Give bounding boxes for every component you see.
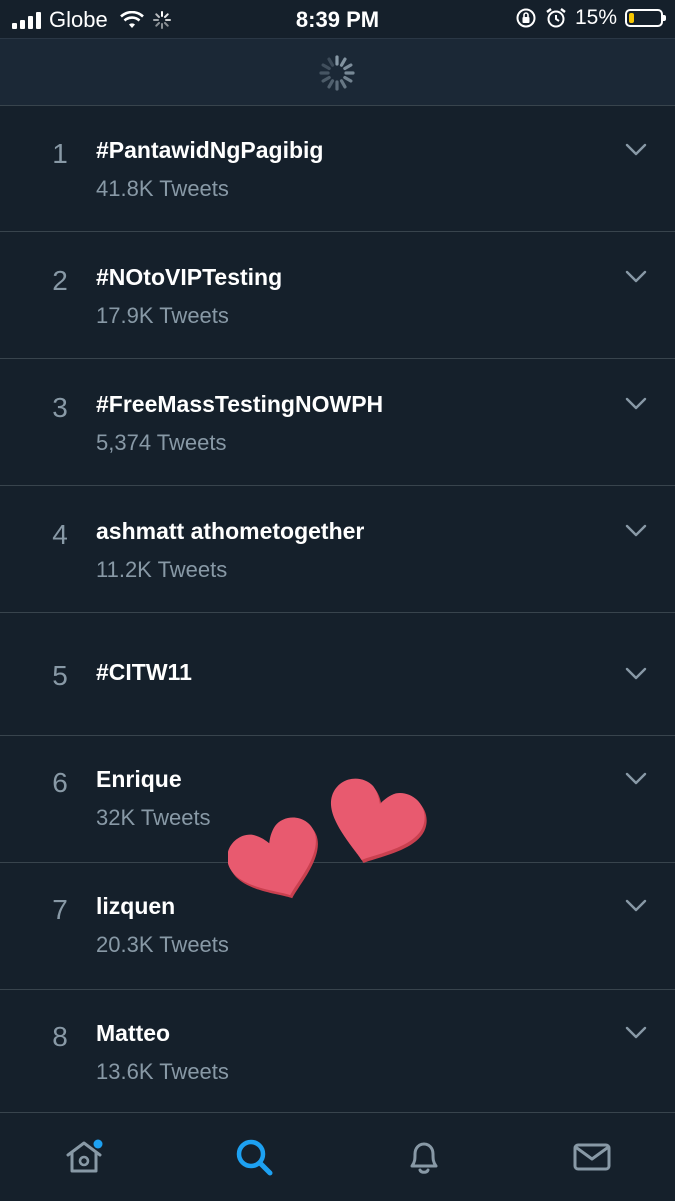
status-bar: Globe 8:39 PM 15% <box>0 0 675 38</box>
trend-rank: 3 <box>52 392 68 423</box>
trend-row[interactable]: 8 Matteo 13.6K Tweets <box>0 990 675 1117</box>
chevron-down-icon[interactable] <box>624 898 648 914</box>
trend-rank: 7 <box>52 894 68 925</box>
trend-rank: 5 <box>52 660 68 691</box>
trend-row[interactable]: 2 #NOtoVIPTesting 17.9K Tweets <box>0 232 675 359</box>
battery-percent: 15% <box>574 6 617 29</box>
trend-topic[interactable]: lizquen <box>96 893 175 920</box>
trend-rank: 6 <box>52 767 68 798</box>
trend-tweet-count: 13.6K Tweets <box>96 1059 229 1084</box>
trend-row[interactable]: 3 #FreeMassTestingNOWPH 5,374 Tweets <box>0 359 675 486</box>
trend-topic[interactable]: Matteo <box>96 1020 170 1047</box>
trend-row[interactable]: 5 #CITW11 <box>0 613 675 736</box>
envelope-icon[interactable] <box>570 1135 614 1179</box>
timeline-header <box>0 38 675 106</box>
chevron-down-icon[interactable] <box>624 1025 648 1041</box>
home-icon[interactable] <box>62 1135 106 1179</box>
chevron-down-icon[interactable] <box>624 396 648 412</box>
bottom-tab-bar <box>0 1112 675 1201</box>
trends-list: 1 #PantawidNgPagibig 41.8K Tweets 2 #NOt… <box>0 105 675 1117</box>
chevron-down-icon[interactable] <box>624 142 648 158</box>
trend-row[interactable]: 1 #PantawidNgPagibig 41.8K Tweets <box>0 105 675 232</box>
trend-topic[interactable]: #FreeMassTestingNOWPH <box>96 391 383 418</box>
alarm-clock-icon <box>546 8 566 28</box>
trend-tweet-count: 20.3K Tweets <box>96 932 229 957</box>
trend-topic[interactable]: Enrique <box>96 766 182 793</box>
chevron-down-icon[interactable] <box>624 269 648 285</box>
chevron-down-icon[interactable] <box>624 666 648 682</box>
chevron-down-icon[interactable] <box>624 771 648 787</box>
trend-row[interactable]: 6 Enrique 32K Tweets <box>0 736 675 863</box>
trend-topic[interactable]: #CITW11 <box>96 659 192 686</box>
notification-dot <box>93 1139 103 1149</box>
trend-tweet-count: 5,374 Tweets <box>96 430 227 455</box>
trend-tweet-count: 41.8K Tweets <box>96 176 229 201</box>
trend-tweet-count: 11.2K Tweets <box>96 557 228 582</box>
battery-level <box>629 13 634 23</box>
chevron-down-icon[interactable] <box>624 523 648 539</box>
trend-rank: 2 <box>52 265 68 296</box>
trend-tweet-count: 32K Tweets <box>96 805 211 830</box>
orientation-lock-icon <box>516 8 536 28</box>
trend-rank: 1 <box>52 138 68 169</box>
trend-topic[interactable]: #NOtoVIPTesting <box>96 264 282 291</box>
search-icon[interactable] <box>232 1135 276 1179</box>
trend-topic[interactable]: ashmatt athometogether <box>96 518 364 545</box>
battery-icon <box>625 9 666 27</box>
bell-icon[interactable] <box>402 1135 446 1179</box>
loading-spinner-icon <box>319 55 355 91</box>
trend-row[interactable]: 4 ashmatt athometogether 11.2K Tweets <box>0 486 675 613</box>
trend-rank: 4 <box>52 519 68 550</box>
trend-rank: 8 <box>52 1021 68 1052</box>
trend-row[interactable]: 7 lizquen 20.3K Tweets <box>0 863 675 990</box>
trend-tweet-count: 17.9K Tweets <box>96 303 229 328</box>
trend-topic[interactable]: #PantawidNgPagibig <box>96 137 323 164</box>
